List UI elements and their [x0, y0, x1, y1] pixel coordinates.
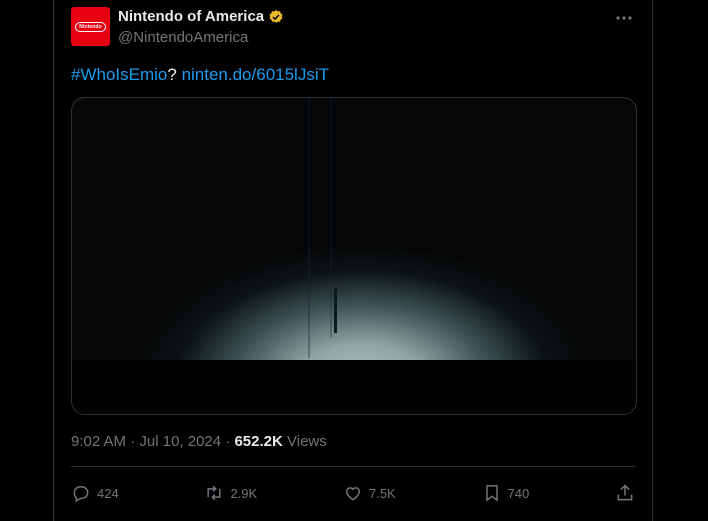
post-meta: 9:02 AM · Jul 10, 2024 · 652.2K Views [71, 433, 327, 450]
meta-sep: · [221, 433, 235, 450]
author-handle[interactable]: @NintendoAmerica [118, 29, 248, 46]
share-icon [617, 484, 633, 501]
bookmark-icon [485, 485, 498, 502]
post-text-mid: ? [167, 65, 182, 84]
more-options-icon[interactable] [614, 8, 634, 28]
repost-icon [207, 485, 222, 501]
repost-count: 2.9K [230, 485, 258, 501]
media-streak [308, 98, 310, 358]
author-name[interactable]: Nintendo of America [118, 8, 264, 25]
media-streak [334, 288, 337, 333]
media-streak [330, 98, 332, 338]
nintendo-logo: Nintendo [75, 21, 106, 32]
bookmark-button[interactable]: 740 [482, 483, 530, 503]
reply-icon [73, 485, 89, 503]
repost-button[interactable]: 2.9K [204, 483, 257, 503]
post-column: Nintendo Nintendo of America @NintendoAm… [53, 0, 653, 521]
share-button[interactable] [615, 483, 635, 503]
divider [71, 466, 635, 467]
views-count: 652.2K [234, 433, 283, 450]
heart-icon [345, 487, 360, 501]
like-count: 7.5K [368, 485, 396, 501]
avatar[interactable]: Nintendo [71, 7, 110, 46]
meta-sep: · [126, 433, 140, 450]
reply-button[interactable]: 424 [71, 483, 119, 503]
like-button[interactable]: 7.5K [343, 483, 396, 503]
url-link[interactable]: ninten.do/6015lJsiT [182, 65, 329, 84]
hashtag-link[interactable]: #WhoIsEmio [71, 65, 167, 84]
reply-count: 424 [97, 485, 119, 501]
media-floor [72, 360, 636, 414]
verified-badge-icon [269, 9, 283, 23]
post-time[interactable]: 9:02 AM [71, 433, 126, 450]
post-date[interactable]: Jul 10, 2024 [139, 433, 221, 450]
author-row: Nintendo of America [118, 8, 284, 25]
bookmark-count: 740 [507, 485, 530, 501]
video-media[interactable] [71, 97, 637, 415]
action-bar: 424 2.9K 7.5K 740 [71, 479, 635, 507]
post-text: #WhoIsEmio? ninten.do/6015lJsiT [71, 65, 329, 85]
views-label: Views [287, 433, 327, 450]
